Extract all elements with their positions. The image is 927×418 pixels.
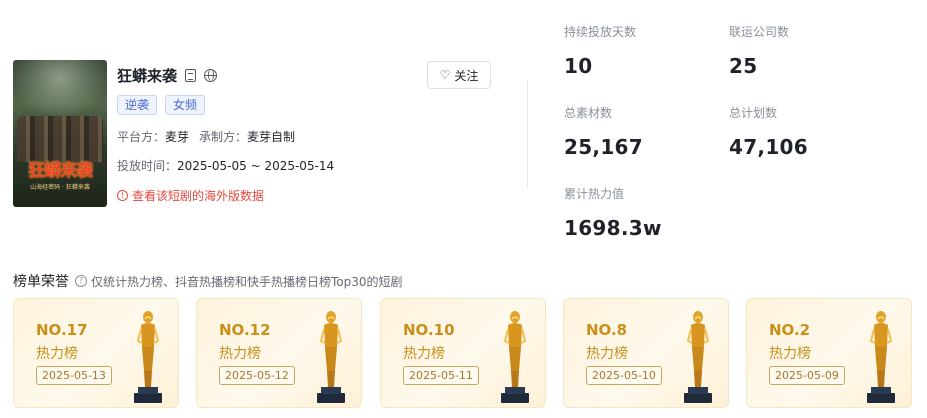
honor-date: 2025-05-10 [586, 366, 662, 385]
drama-title-row: 狂蟒来袭 [117, 64, 218, 86]
honor-list-name: 热力榜 [219, 346, 261, 362]
honor-list-name: 热力榜 [586, 346, 628, 362]
trophy-icon [501, 311, 529, 403]
honor-rank: NO.12 [219, 321, 271, 339]
airtime-label: 投放时间： [117, 159, 178, 173]
honor-rank: NO.2 [769, 321, 811, 339]
stat-plans: 总计划数 47,106 [729, 104, 808, 159]
honor-list-name: 热力榜 [36, 346, 78, 362]
trophy-icon [684, 311, 712, 403]
honor-card[interactable]: NO.2 热力榜 2025-05-09 [746, 298, 912, 408]
drama-poster[interactable]: 狂蟒来袭 山海经密码 · 狂蟒来袭 [13, 60, 107, 207]
honor-date: 2025-05-12 [219, 366, 295, 385]
stat-label: 累计热力值 [564, 187, 625, 201]
platform-value: 麦芽 [165, 130, 190, 144]
stat-companies: 联运公司数 25 [729, 23, 789, 78]
honor-card[interactable]: NO.8 热力榜 2025-05-10 [563, 298, 729, 408]
stat-label: 联运公司数 [729, 25, 790, 39]
honors-note: ? 仅统计热力榜、抖音热播榜和快手热播榜日榜Top30的短剧 [75, 273, 403, 290]
stat-label: 总素材数 [564, 106, 613, 120]
trophy-icon [317, 311, 345, 403]
platform-field: 平台方：麦芽 [117, 128, 189, 145]
heart-icon: ♡ [439, 68, 451, 82]
honor-card[interactable]: NO.17 热力榜 2025-05-13 [13, 298, 179, 408]
trophy-icon [134, 311, 162, 403]
honor-card[interactable]: NO.10 热力榜 2025-05-11 [380, 298, 546, 408]
drama-title: 狂蟒来袭 [117, 66, 178, 85]
honor-list-name: 热力榜 [403, 346, 445, 362]
follow-label: 关注 [454, 68, 479, 83]
copy-icon[interactable] [185, 68, 197, 82]
question-icon[interactable]: ? [75, 275, 87, 287]
warning-icon: ! [117, 190, 128, 201]
honor-card[interactable]: NO.12 热力榜 2025-05-12 [196, 298, 362, 408]
stat-label: 持续投放天数 [564, 25, 637, 39]
poster-subtitle: 山海经密码 · 狂蟒来袭 [30, 184, 90, 191]
poster-title: 狂蟒来袭 [28, 161, 93, 181]
tag[interactable]: 逆袭 [117, 95, 158, 115]
honors-title: 榜单荣誉 [13, 274, 69, 290]
stat-value: 1698.3w [564, 216, 662, 240]
producer-value: 麦芽自制 [247, 130, 296, 144]
stat-value: 10 [564, 54, 593, 78]
airtime-value: 2025-05-05 ~ 2025-05-14 [177, 159, 335, 173]
platform-info: 平台方：麦芽 承制方：麦芽自制 [117, 128, 295, 145]
honor-list-name: 热力榜 [769, 346, 811, 362]
overseas-link-text: 查看该短剧的海外版数据 [132, 189, 265, 203]
honor-rank: NO.17 [36, 321, 88, 339]
airtime-field: 投放时间：2025-05-05 ~ 2025-05-14 [117, 157, 334, 174]
stat-label: 总计划数 [729, 106, 778, 120]
divider [527, 80, 528, 188]
honor-date: 2025-05-11 [403, 366, 479, 385]
stat-materials: 总素材数 25,167 [564, 104, 643, 159]
stat-value: 25,167 [564, 135, 643, 159]
poster-mist [13, 60, 107, 120]
stat-heat: 累计热力值 1698.3w [564, 185, 662, 240]
honor-rank: NO.8 [586, 321, 628, 339]
tag[interactable]: 女频 [165, 95, 206, 115]
honors-header: 榜单荣誉 ? 仅统计热力榜、抖音热播榜和快手热播榜日榜Top30的短剧 [13, 271, 403, 291]
platform-label: 平台方： [117, 130, 166, 144]
overseas-data-link[interactable]: ! 查看该短剧的海外版数据 [117, 187, 264, 204]
trophy-icon [867, 311, 895, 403]
follow-button[interactable]: ♡ 关注 [427, 61, 491, 89]
stat-value: 47,106 [729, 135, 808, 159]
honor-date: 2025-05-09 [769, 366, 845, 385]
honor-rank: NO.10 [403, 321, 455, 339]
stat-value: 25 [729, 54, 758, 78]
honor-date: 2025-05-13 [36, 366, 112, 385]
tag-list: 逆袭 女频 [117, 95, 206, 115]
producer-label: 承制方： [199, 130, 248, 144]
globe-icon[interactable] [204, 68, 218, 82]
stat-days: 持续投放天数 10 [564, 23, 636, 78]
honors-note-text: 仅统计热力榜、抖音热播榜和快手热播榜日榜Top30的短剧 [91, 274, 403, 289]
producer-field: 承制方：麦芽自制 [199, 128, 295, 145]
